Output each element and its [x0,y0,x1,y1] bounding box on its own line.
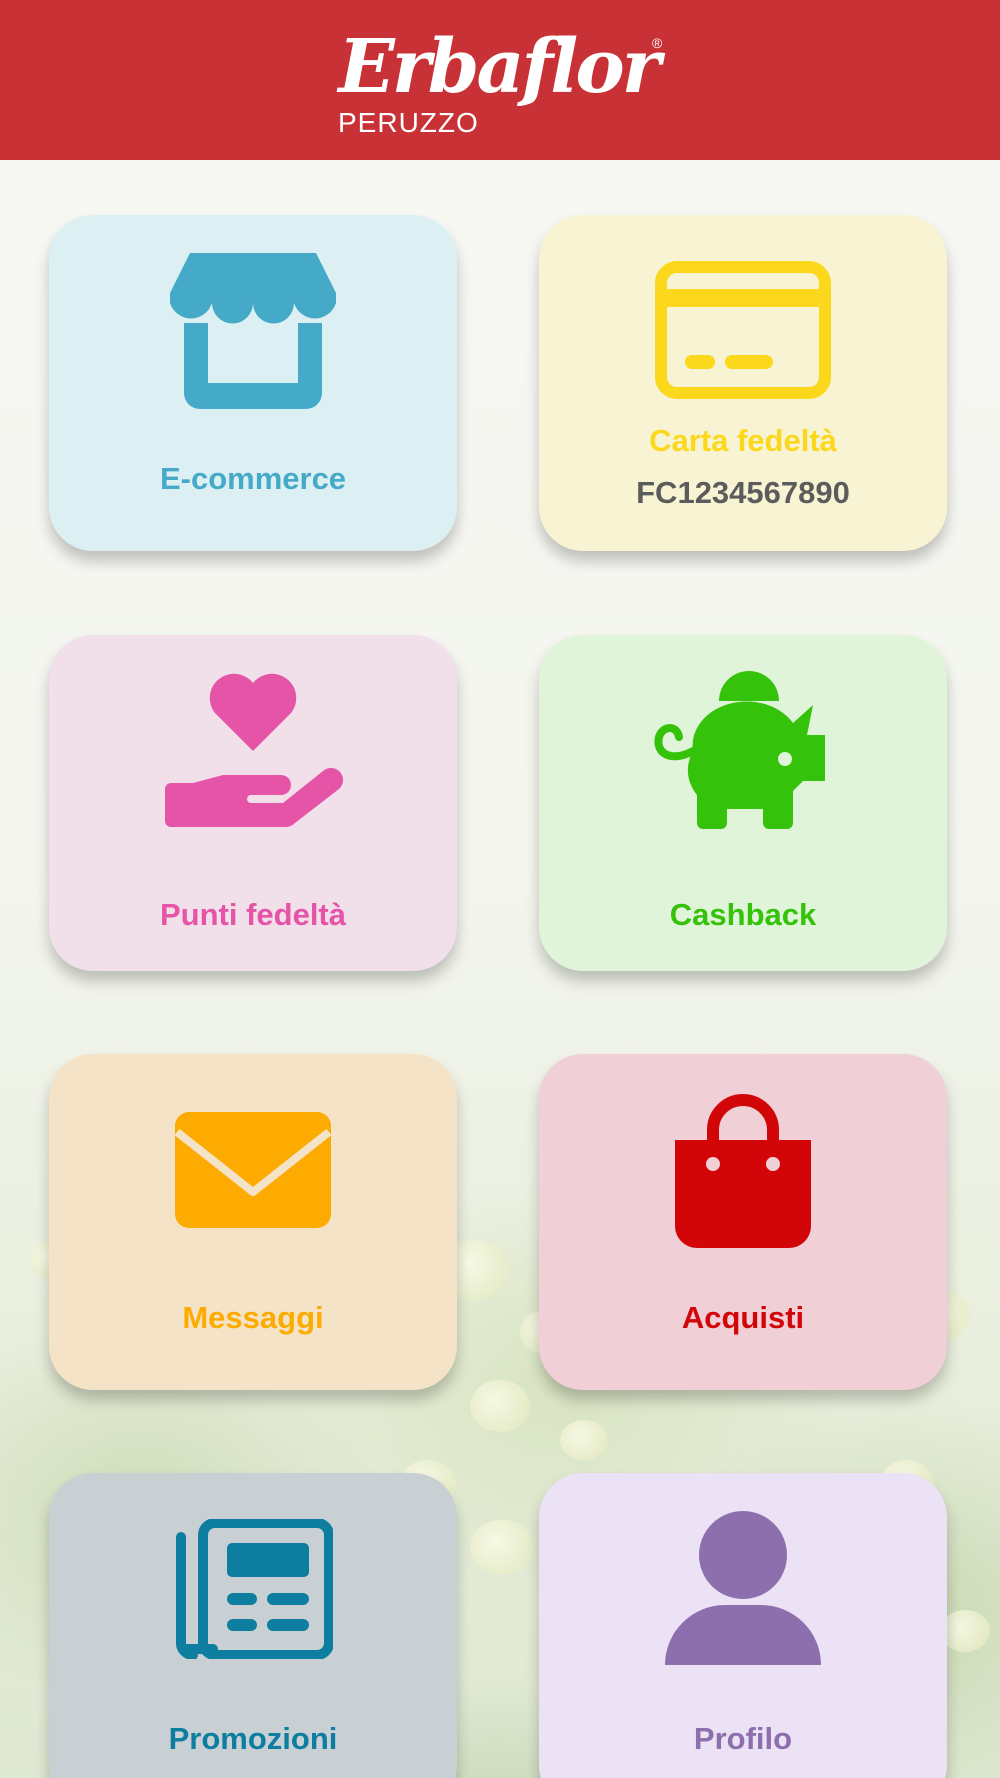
envelope-icon [174,1112,332,1228]
loyalty-card-number: FC1234567890 [636,475,850,510]
brand-name: Erbaflor [336,24,665,110]
app-header: Erbaflor PERUZZO ® [0,0,1000,160]
tile-label: E-commerce [159,461,347,496]
tile-profile[interactable]: Profilo [539,1473,947,1778]
tile-label: Punti fedeltà [159,897,346,932]
tile-cashback[interactable]: Cashback [539,635,947,971]
shopping-bag-icon [675,1094,811,1248]
tile-loyalty-card[interactable]: Carta fedeltà FC1234567890 [539,215,947,551]
piggy-bank-icon [654,671,825,829]
tile-ecommerce[interactable]: E-commerce [49,215,457,551]
hand-heart-icon [165,673,343,827]
tile-label: Messaggi [182,1300,324,1335]
tile-label: Acquisti [681,1300,805,1335]
newspaper-icon [176,1519,333,1659]
brand-sub: PERUZZO [338,107,479,138]
tile-label: Cashback [669,897,817,932]
tile-label: Carta fedeltà [649,423,837,458]
registered-mark: ® [652,35,663,51]
tile-label: Profilo [693,1721,793,1756]
user-icon [665,1511,821,1665]
tile-promotions[interactable]: Promozioni [49,1473,457,1778]
tile-purchases[interactable]: Acquisti [539,1054,947,1390]
credit-card-icon [655,261,831,399]
erbaflor-logo: Erbaflor PERUZZO ® [336,24,668,138]
tile-loyalty-points[interactable]: Punti fedeltà [49,635,457,971]
tile-label: Promozioni [168,1721,338,1756]
store-icon [170,253,336,409]
tile-messages[interactable]: Messaggi [49,1054,457,1390]
